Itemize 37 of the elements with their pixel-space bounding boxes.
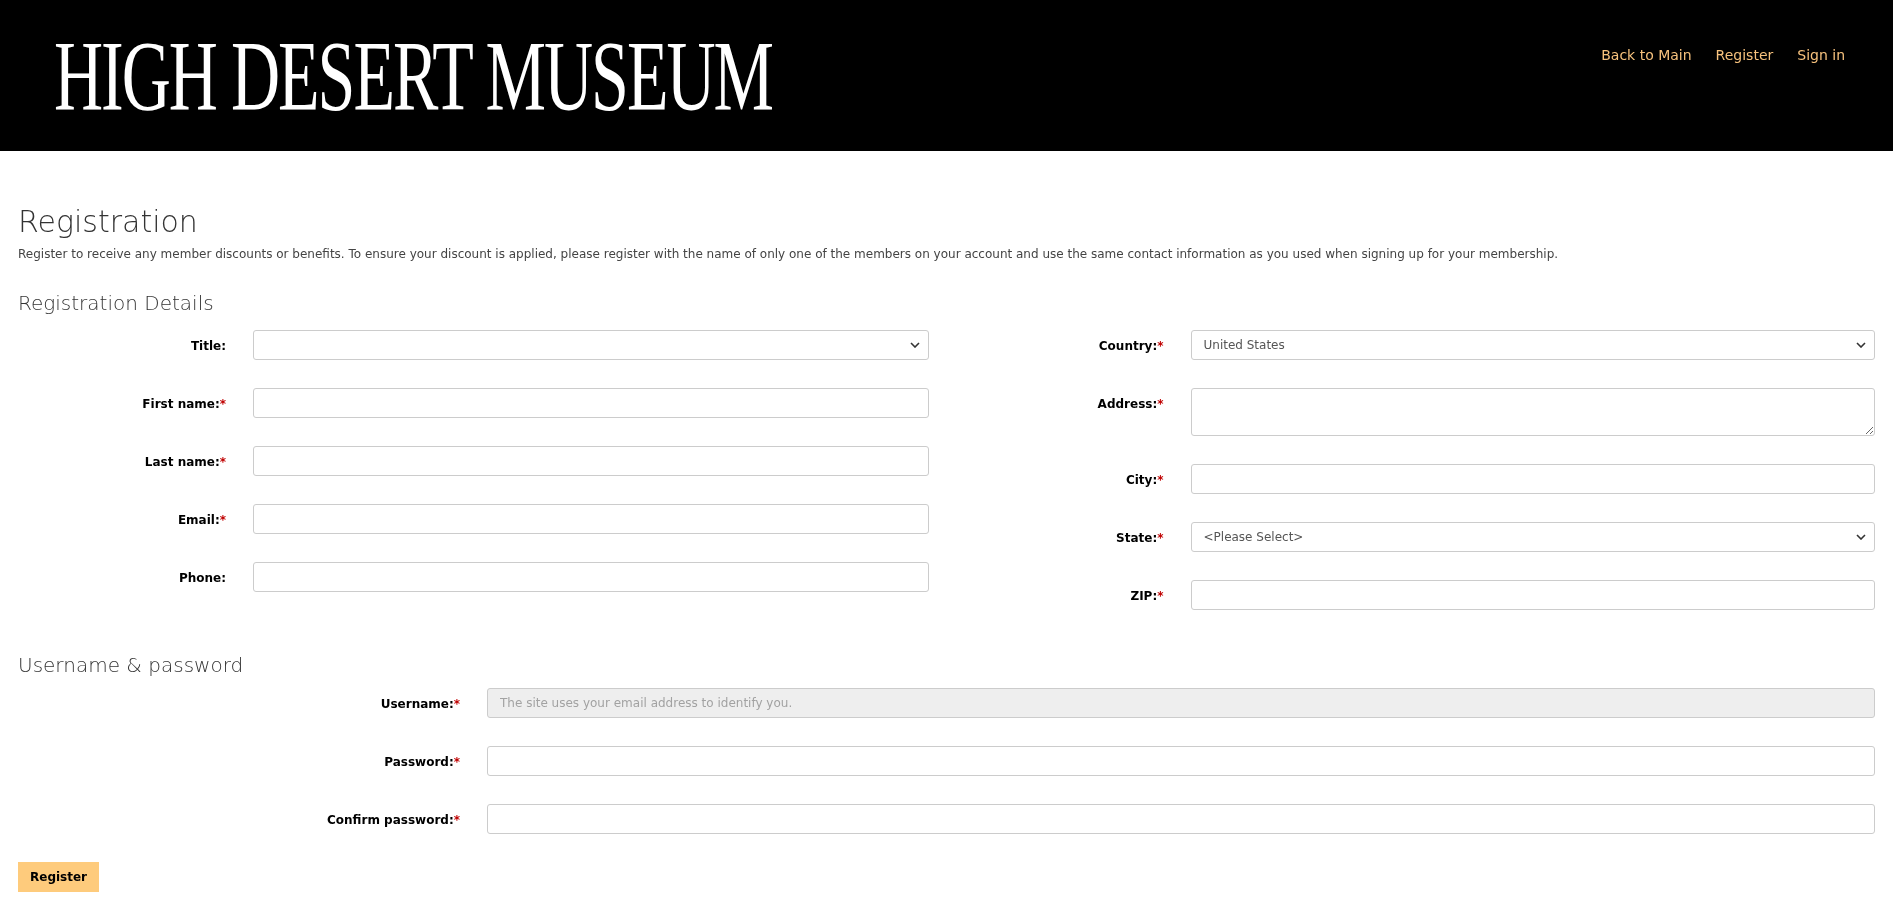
address-field[interactable] (1190, 387, 1875, 436)
field-label: Password:* (384, 754, 460, 769)
field-label: Email:* (177, 512, 226, 527)
dropdown[interactable]: United States (1190, 329, 1875, 360)
chevron-down-icon (1856, 341, 1866, 348)
field-label: Country:* (1098, 338, 1164, 353)
dropdown[interactable]: <Please Select> (1190, 521, 1875, 552)
section-heading: Registration Details (18, 289, 215, 317)
chevron-down-icon (1856, 533, 1866, 540)
field-label: City:* (1125, 472, 1164, 487)
field-label: Confirm password:* (327, 812, 460, 827)
field-label: First name:* (142, 396, 226, 411)
register-button[interactable]: Register (18, 861, 100, 892)
field-label: State:* (1116, 530, 1164, 545)
section-heading: Username & password (18, 651, 245, 679)
field-label: Last name:* (144, 454, 226, 469)
dropdown[interactable] (253, 329, 929, 360)
input-field[interactable] (1190, 463, 1875, 494)
input-field[interactable] (487, 803, 1875, 834)
input-field[interactable] (253, 503, 929, 534)
nav-link[interactable]: Sign in (1797, 45, 1845, 66)
field-label: Title: (190, 338, 226, 353)
nav-link[interactable]: Back to Main (1601, 45, 1692, 66)
field-label: ZIP:* (1130, 588, 1164, 603)
page-title: Registration (18, 203, 199, 241)
museum-logo[interactable]: HIGH DESERT MUSEUM (54, 26, 773, 125)
input-field[interactable] (487, 745, 1875, 776)
field-label: Phone: (178, 570, 226, 585)
field-label: Username:* (380, 696, 460, 711)
chevron-down-icon (909, 341, 920, 348)
input-field[interactable] (253, 561, 929, 592)
input-field[interactable] (253, 387, 929, 418)
input-field[interactable] (253, 445, 929, 476)
input-field[interactable] (1190, 579, 1875, 610)
nav-link[interactable]: Register (1715, 45, 1774, 66)
intro-text: Register to receive any member discounts or benefits. To ensure your discount is applied, please register with the name of only one of the members on your account and use the same contact information as you used when signing up for your membership. (18, 245, 1560, 263)
field-label: Address:* (1097, 396, 1164, 411)
